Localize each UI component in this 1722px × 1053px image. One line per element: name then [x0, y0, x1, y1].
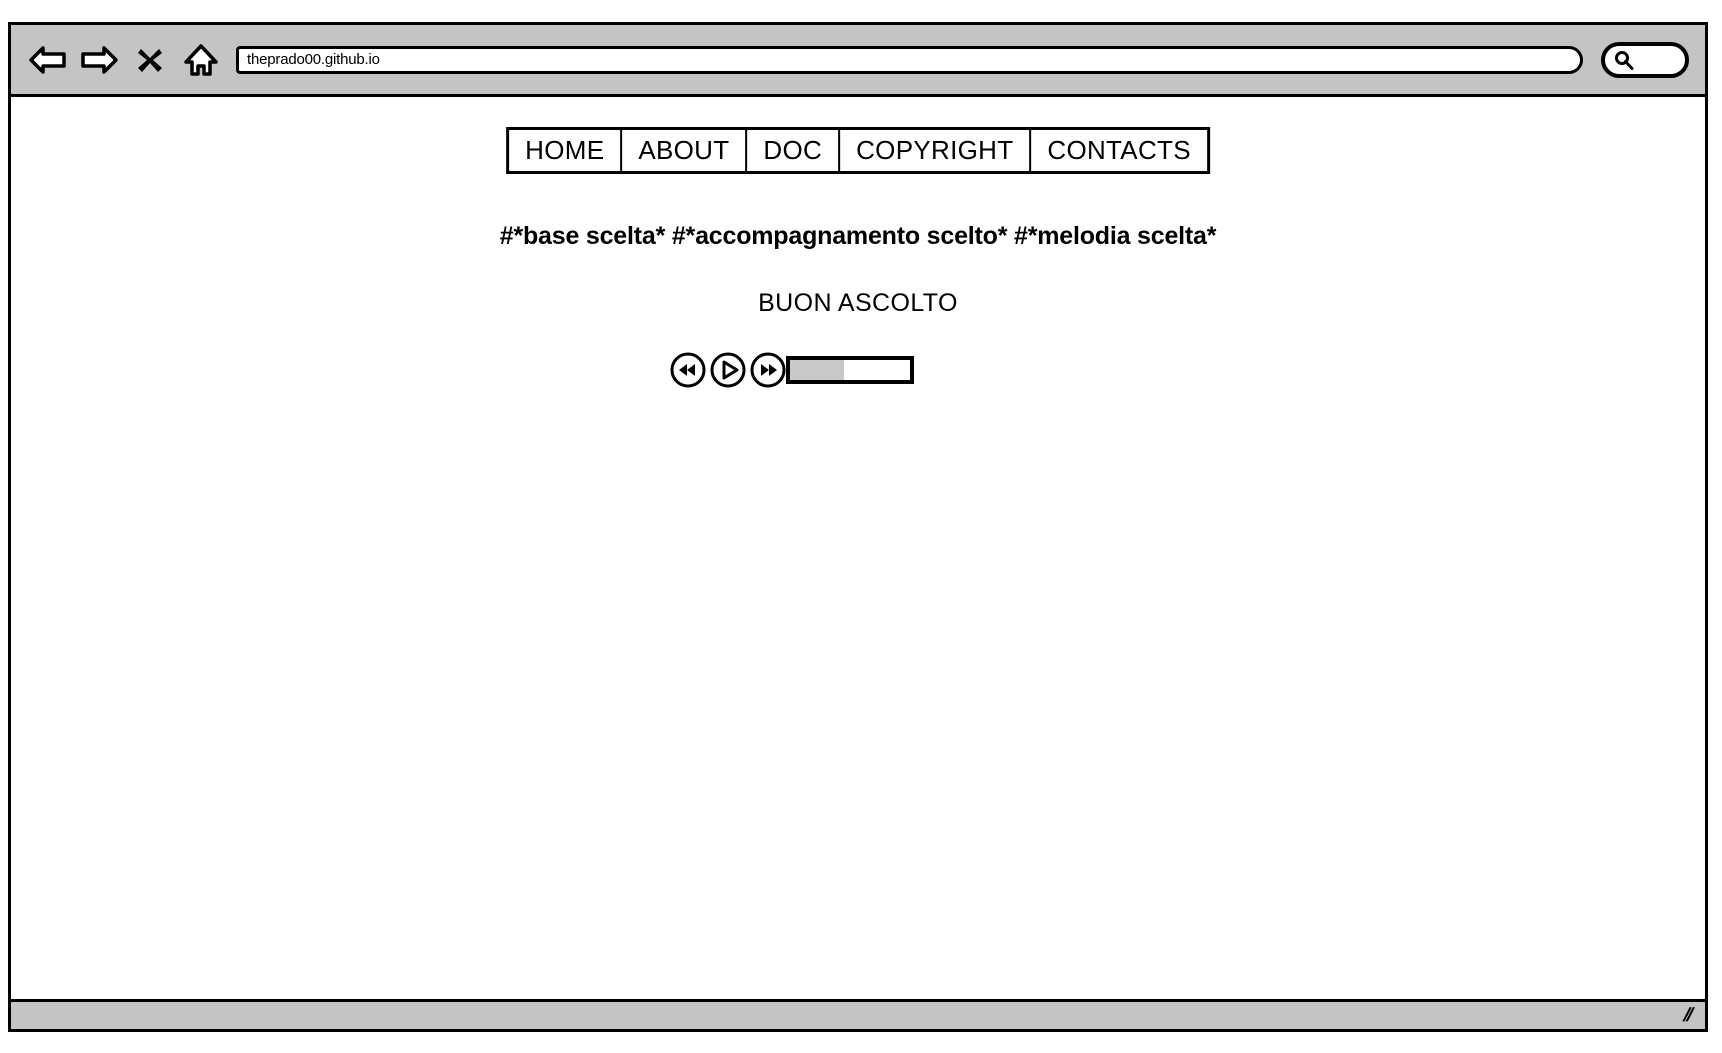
main-content: #*base scelta* #*accompagnamento scelto*… [11, 222, 1705, 390]
nav-item-home[interactable]: HOME [509, 130, 623, 171]
nav-item-label: DOC [763, 135, 823, 165]
resize-handle-icon[interactable]: // [1681, 1005, 1694, 1026]
url-bar[interactable]: theprado00.github.io [236, 45, 1583, 74]
forward-arrow-icon[interactable] [80, 41, 118, 79]
site-nav-menu: HOME ABOUT DOC COPYRIGHT CONTACTS [506, 127, 1210, 174]
window-status-bar: // [11, 999, 1705, 1029]
nav-item-doc[interactable]: DOC [747, 130, 841, 171]
browser-window: theprado00.github.io HOME ABOUT DOC COPY… [8, 22, 1708, 1032]
nav-item-label: ABOUT [638, 135, 730, 165]
search-input[interactable] [1601, 41, 1689, 78]
close-x-icon[interactable] [131, 41, 169, 79]
page-subtitle: BUON ASCOLTO [758, 289, 958, 317]
progress-bar[interactable] [786, 356, 914, 384]
back-arrow-icon[interactable] [29, 41, 67, 79]
browser-nav-controls [29, 41, 220, 79]
fast-forward-icon[interactable] [748, 350, 788, 390]
nav-item-label: HOME [525, 135, 605, 165]
nav-item-copyright[interactable]: COPYRIGHT [840, 130, 1032, 171]
nav-item-label: CONTACTS [1047, 135, 1191, 165]
rewind-icon[interactable] [668, 350, 708, 390]
progress-bar-fill [790, 360, 844, 380]
nav-item-label: COPYRIGHT [856, 135, 1014, 165]
nav-item-about[interactable]: ABOUT [622, 130, 748, 171]
nav-item-contacts[interactable]: CONTACTS [1031, 130, 1206, 171]
selection-tags: #*base scelta* #*accompagnamento scelto*… [499, 222, 1217, 250]
page-viewport: HOME ABOUT DOC COPYRIGHT CONTACTS #*base… [11, 97, 1705, 999]
browser-toolbar: theprado00.github.io [11, 25, 1705, 97]
media-player [668, 350, 914, 390]
search-icon [1615, 50, 1634, 70]
home-icon[interactable] [182, 41, 220, 79]
url-text: theprado00.github.io [247, 51, 380, 68]
play-icon[interactable] [708, 350, 748, 390]
